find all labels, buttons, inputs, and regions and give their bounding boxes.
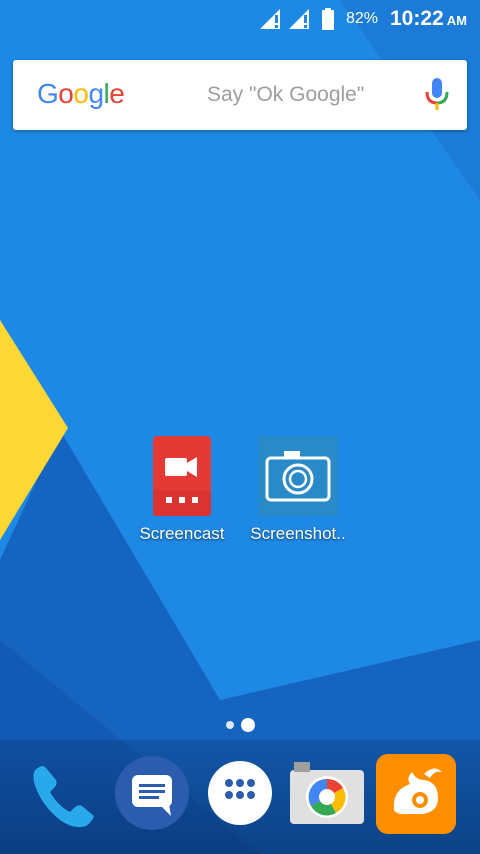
- screencast-icon: [153, 436, 211, 516]
- google-search-bar[interactable]: Google Say "Ok Google": [13, 60, 467, 130]
- clock: 10:22 AM: [390, 7, 467, 31]
- signal-sim1-icon: [260, 9, 282, 34]
- clock-time: 10:22: [390, 7, 444, 30]
- app-screenshot[interactable]: Screenshot..: [248, 436, 348, 544]
- app-drawer-icon[interactable]: [207, 760, 273, 831]
- signal-sim2-icon: [289, 9, 311, 34]
- page-dot[interactable]: [226, 721, 234, 729]
- uc-browser-icon[interactable]: [376, 754, 456, 839]
- app-screencast[interactable]: Screencast: [132, 436, 232, 544]
- google-logo: Google: [37, 78, 125, 110]
- screenshot-camera-icon: [258, 436, 338, 516]
- clock-ampm: AM: [446, 13, 467, 28]
- camera-app-icon[interactable]: [290, 762, 364, 829]
- dock: [0, 740, 480, 854]
- google-logo-letter: e: [109, 78, 125, 109]
- google-logo-letter: o: [73, 78, 89, 109]
- app-label: Screenshot..: [250, 524, 346, 543]
- app-label: Screencast: [139, 524, 225, 543]
- page-dot-active[interactable]: [241, 718, 255, 732]
- search-hint: Say "Ok Google": [207, 83, 365, 106]
- messages-icon[interactable]: [115, 756, 189, 835]
- google-logo-letter: o: [58, 78, 74, 109]
- battery-percent: 82%: [346, 10, 379, 27]
- status-bar: 82% 10:22 AM: [0, 0, 480, 40]
- google-logo-letter: g: [88, 78, 104, 109]
- google-logo-letter: G: [37, 78, 59, 109]
- phone-icon[interactable]: [28, 760, 100, 837]
- battery-icon: [322, 8, 334, 35]
- mic-icon[interactable]: [424, 78, 450, 117]
